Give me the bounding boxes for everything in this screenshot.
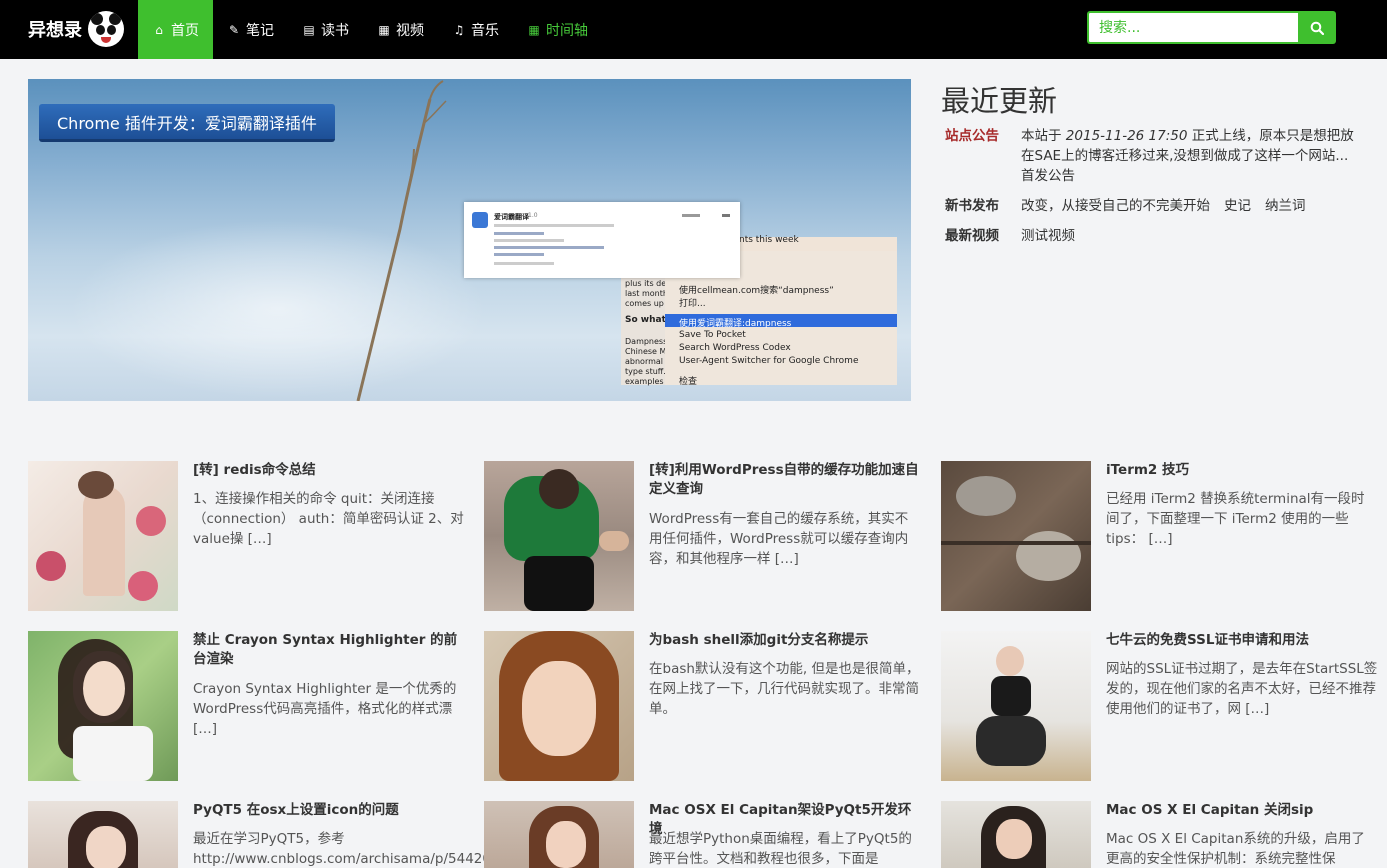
post-card: 禁止 Crayon Syntax Highlighter 的前台渲染 Crayo…: [28, 631, 468, 781]
nav-item-label: 音乐: [471, 22, 499, 39]
search-icon: [1310, 21, 1324, 35]
recent-updates-heading: 最近更新: [941, 84, 1058, 118]
post-excerpt: WordPress有一套自己的缓存系统，其实不用任何插件，WordPress就可…: [649, 511, 909, 567]
post-title[interactable]: 为bash shell添加git分支名称提示: [649, 631, 924, 650]
post-card: PyQT5 在osx上设置icon的问题 最近在学习PyQT5，参考 http:…: [28, 801, 500, 868]
notice-text: 本站于 2015-11-26 17:50 正式上线，原本只是想把放在SAE上的博…: [1021, 128, 1354, 184]
post-thumbnail[interactable]: [28, 631, 178, 781]
music-icon: ♫: [453, 22, 465, 37]
nav-item-label: 首页: [171, 22, 199, 39]
post-title[interactable]: PyQT5 在osx上设置icon的问题: [193, 801, 468, 820]
nav-item-label: 视频: [396, 22, 424, 39]
post-thumbnail[interactable]: [28, 461, 178, 611]
post-thumbnail[interactable]: [484, 631, 634, 781]
book-link[interactable]: 改变，从接受自己的不完美开始: [1021, 198, 1210, 214]
nav-item-label: 时间轴: [546, 22, 588, 39]
search-button[interactable]: [1298, 11, 1336, 44]
nav-item-video[interactable]: ▦ 视频: [363, 0, 438, 59]
post-title[interactable]: Mac OS X El Capitan 关闭sip: [1106, 801, 1381, 820]
panda-logo-icon[interactable]: [88, 11, 124, 47]
brand[interactable]: 异想录: [28, 9, 124, 49]
post-thumbnail[interactable]: [941, 801, 1091, 868]
top-navbar: 异想录 ⌂ 首页 ✎ 笔记 ▤ 读书 ▦ 视频 ♫ 音乐 ▦ 时间轴: [0, 0, 1387, 59]
calendar-icon: ▦: [528, 22, 540, 37]
nav-item-home[interactable]: ⌂ 首页: [138, 0, 213, 59]
search-form: [1087, 11, 1336, 44]
book-link[interactable]: 纳兰词: [1265, 198, 1306, 214]
video-link[interactable]: 测试视频: [1021, 228, 1075, 244]
post-card: [转]利用WordPress自带的缓存功能加速自定义查询 WordPress有一…: [484, 461, 924, 611]
home-icon: ⌂: [155, 22, 163, 37]
post-excerpt: 在bash默认没有这个功能, 但是也是很简单，在网上找了一下，几行代码就实现了。…: [649, 661, 920, 717]
post-title[interactable]: [转]利用WordPress自带的缓存功能加速自定义查询: [649, 461, 924, 499]
recent-notice-row: 站点公告 本站于 2015-11-26 17:50 正式上线，原本只是想把放在S…: [945, 126, 1365, 186]
nav-item-reading[interactable]: ▤ 读书: [288, 0, 363, 59]
post-card: 为bash shell添加git分支名称提示 在bash默认没有这个功能, 但是…: [484, 631, 924, 781]
post-card: Mac OS X El Capitan 关闭sip Mac OS X El Ca…: [941, 801, 1381, 868]
post-thumbnail[interactable]: [484, 461, 634, 611]
book-icon: ▤: [303, 22, 315, 37]
notice-date: 2015-11-26 17:50: [1065, 128, 1188, 144]
post-excerpt: 已经用 iTerm2 替换系统terminal有一段时间了，下面整理一下 iTe…: [1106, 491, 1365, 547]
nav-item-timeline[interactable]: ▦ 时间轴: [513, 0, 602, 59]
post-card: Mac OSX El Capitan架设PyQt5开发环境 最近想学Python…: [484, 801, 924, 868]
search-input[interactable]: [1087, 11, 1298, 44]
post-excerpt: Mac OS X El Capitan系统的升级，启用了更高的安全性保护机制：系…: [1106, 831, 1365, 867]
post-card: [转] redis命令总结 1、连接操作相关的命令 quit：关闭连接（conn…: [28, 461, 468, 611]
film-icon: ▦: [378, 22, 390, 37]
post-thumbnail[interactable]: [941, 461, 1091, 611]
nav-menu: ⌂ 首页 ✎ 笔记 ▤ 读书 ▦ 视频 ♫ 音乐 ▦ 时间轴: [138, 0, 602, 59]
post-thumbnail[interactable]: [941, 631, 1091, 781]
post-title[interactable]: 七牛云的免费SSL证书申请和用法: [1106, 631, 1381, 650]
post-excerpt: 最近想学Python桌面编程，看上了PyQt5的跨平台性。文档和教程也很多，下面…: [649, 831, 912, 867]
post-title[interactable]: 禁止 Crayon Syntax Highlighter 的前台渲染: [193, 631, 468, 669]
extension-icon: [472, 212, 488, 228]
nav-item-label: 读书: [321, 22, 349, 39]
post-thumbnail[interactable]: [28, 801, 178, 868]
video-label: 最新视频: [945, 228, 999, 244]
post-excerpt: 1、连接操作相关的命令 quit：关闭连接（connection） auth：简…: [193, 491, 464, 547]
extension-popup-screenshot: 爱词霸翻译 1.0: [464, 202, 740, 278]
post-excerpt: 最近在学习PyQT5，参考 http://www.cnblogs.com/arc…: [193, 831, 500, 867]
featured-post-title[interactable]: Chrome 插件开发：爱词霸翻译插件: [39, 104, 335, 142]
recent-video-row: 最新视频 测试视频: [945, 226, 1365, 246]
post-excerpt: 网站的SSL证书过期了，是去年在StartSSL签发的，现在他们家的名声不太好，…: [1106, 661, 1378, 717]
post-card: iTerm2 技巧 已经用 iTerm2 替换系统terminal有一段时间了，…: [941, 461, 1381, 611]
featured-slider[interactable]: Chrome 插件开发：爱词霸翻译插件 plus its de last mon…: [28, 79, 911, 401]
post-excerpt: Crayon Syntax Highlighter 是一个优秀的WordPres…: [193, 681, 457, 737]
nav-item-notes[interactable]: ✎ 笔记: [213, 0, 288, 59]
post-title[interactable]: [转] redis命令总结: [193, 461, 468, 480]
pencil-icon: ✎: [228, 22, 240, 37]
books-label: 新书发布: [945, 198, 999, 214]
post-title[interactable]: iTerm2 技巧: [1106, 461, 1381, 480]
post-thumbnail[interactable]: [484, 801, 634, 868]
nav-item-music[interactable]: ♫ 音乐: [438, 0, 513, 59]
notice-label: 站点公告: [945, 128, 999, 144]
notice-link[interactable]: 首发公告: [1021, 168, 1075, 184]
nav-item-label: 笔记: [246, 22, 274, 39]
brand-name[interactable]: 异想录: [28, 16, 82, 42]
post-card: 七牛云的免费SSL证书申请和用法 网站的SSL证书过期了，是去年在StartSS…: [941, 631, 1381, 781]
recent-books-row: 新书发布 改变，从接受自己的不完美开始 史记 纳兰词: [945, 196, 1365, 216]
book-link[interactable]: 史记: [1224, 198, 1251, 214]
